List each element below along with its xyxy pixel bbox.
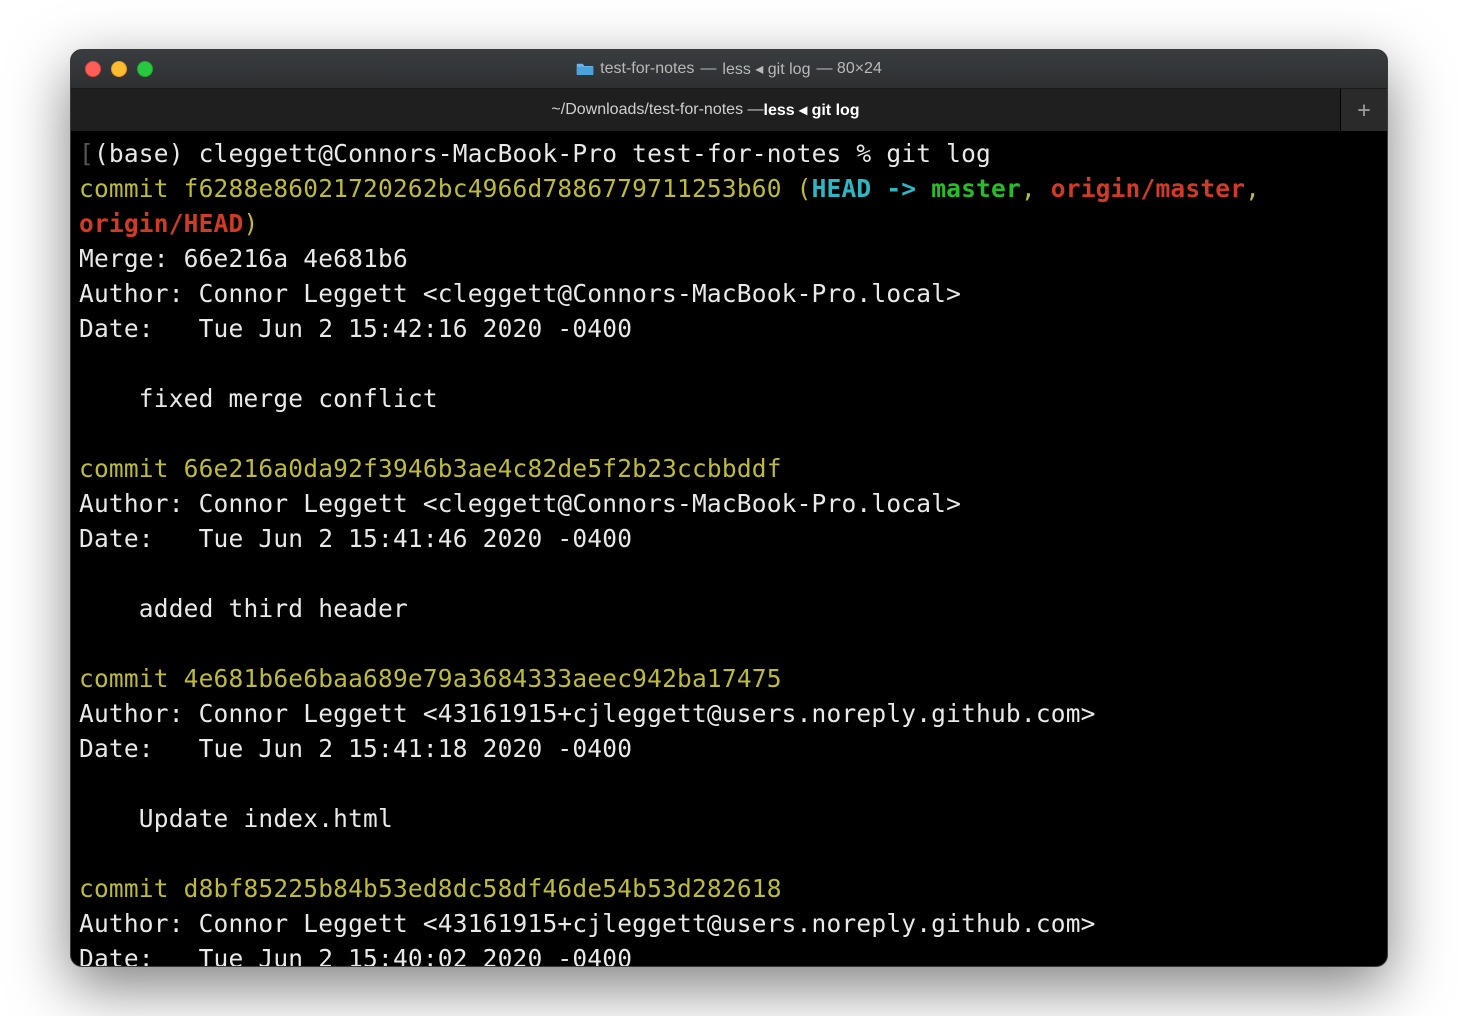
commit-0-comma2: , xyxy=(1245,174,1275,203)
commit-1-prefix: commit xyxy=(79,454,184,483)
title-sep: — xyxy=(700,60,716,78)
commit-2-hash: 4e681b6e6baa689e79a3684333aeec942ba17475 xyxy=(184,664,782,693)
commit-3-author: Author: Connor Leggett <43161915+cjlegge… xyxy=(79,909,1096,938)
commit-0-merge: Merge: 66e216a 4e681b6 xyxy=(79,244,408,273)
commit-0-refs-close: ) xyxy=(243,209,258,238)
titlebar: test-for-notes — less ◂ git log — 80×24 xyxy=(71,50,1387,89)
commit-2-msg: Update index.html xyxy=(79,804,393,833)
title-proc: less ◂ git log xyxy=(722,59,810,79)
terminal-content[interactable]: [(base) cleggett@Connors-MacBook-Pro tes… xyxy=(71,132,1387,967)
commit-1-author: Author: Connor Leggett <cleggett@Connors… xyxy=(79,489,961,518)
tab-main[interactable]: ~/Downloads/test-for-notes — less ◂ git … xyxy=(71,89,1341,131)
tabbar: ~/Downloads/test-for-notes — less ◂ git … xyxy=(71,89,1387,132)
title-folder: test-for-notes xyxy=(600,60,694,78)
traffic-lights xyxy=(85,61,153,77)
zoom-icon[interactable] xyxy=(137,61,153,77)
title-dims: — 80×24 xyxy=(816,60,881,78)
prompt-open-bracket: [ xyxy=(79,139,94,168)
commit-0-date: Date: Tue Jun 2 15:42:16 2020 -0400 xyxy=(79,314,632,343)
commit-3-prefix: commit xyxy=(79,874,184,903)
commit-2-date: Date: Tue Jun 2 15:41:18 2020 -0400 xyxy=(79,734,632,763)
commit-0-refs-open: ( xyxy=(782,174,812,203)
folder-icon xyxy=(576,62,594,76)
close-icon[interactable] xyxy=(85,61,101,77)
commit-0-hash: f6288e86021720262bc4966d7886779711253b60 xyxy=(184,174,782,203)
commit-0-author: Author: Connor Leggett <cleggett@Connors… xyxy=(79,279,961,308)
commit-0-origin-head: origin/HEAD xyxy=(79,209,243,238)
commit-0-head: HEAD -> xyxy=(812,174,932,203)
commit-0-master: master xyxy=(931,174,1021,203)
commit-3-hash: d8bf85225b84b53ed8dc58df46de54b53d282618 xyxy=(184,874,782,903)
commit-0-origin-master: origin/master xyxy=(1051,174,1245,203)
plus-icon: + xyxy=(1357,98,1370,123)
commit-0-msg: fixed merge conflict xyxy=(79,384,438,413)
commit-1-date: Date: Tue Jun 2 15:41:46 2020 -0400 xyxy=(79,524,632,553)
tab-proc: less ◂ git log xyxy=(764,100,860,120)
commit-0-comma1: , xyxy=(1021,174,1051,203)
commit-1-hash: 66e216a0da92f3946b3ae4c82de5f2b23ccbbddf xyxy=(184,454,782,483)
commit-2-prefix: commit xyxy=(79,664,184,693)
commit-1-msg: added third header xyxy=(79,594,408,623)
commit-3-date: Date: Tue Jun 2 15:40:02 2020 -0400 xyxy=(79,944,632,967)
minimize-icon[interactable] xyxy=(111,61,127,77)
new-tab-button[interactable]: + xyxy=(1341,89,1387,131)
terminal-window: test-for-notes — less ◂ git log — 80×24 … xyxy=(70,49,1388,967)
tab-path: ~/Downloads/test-for-notes — xyxy=(551,101,763,119)
prompt-line: (base) cleggett@Connors-MacBook-Pro test… xyxy=(94,139,991,168)
commit-0-prefix: commit xyxy=(79,174,184,203)
commit-2-author: Author: Connor Leggett <43161915+cjlegge… xyxy=(79,699,1096,728)
window-title: test-for-notes — less ◂ git log — 80×24 xyxy=(71,59,1387,79)
